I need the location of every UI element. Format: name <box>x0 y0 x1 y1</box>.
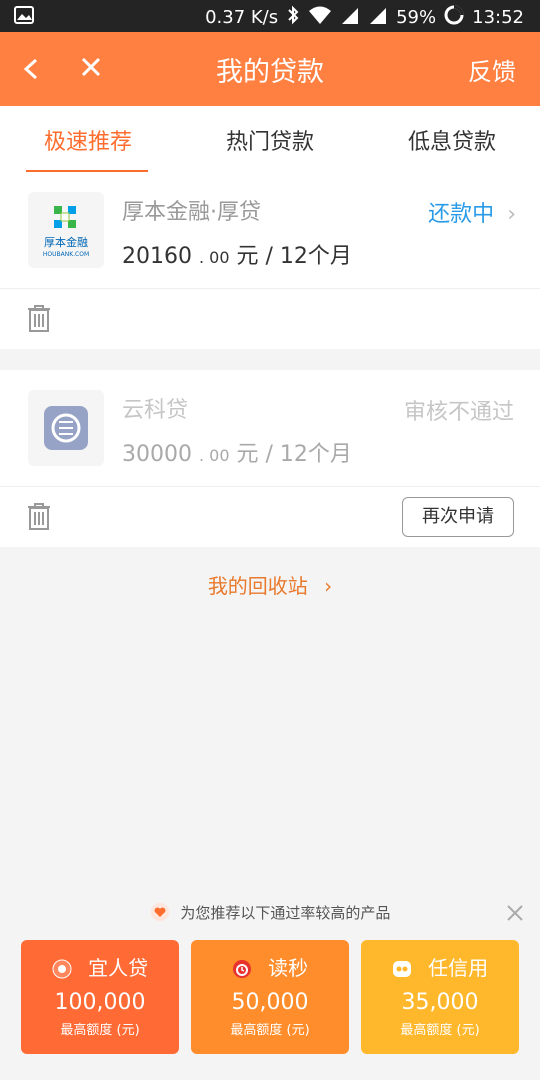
trash-icon[interactable] <box>26 303 52 333</box>
product-name-text-2: 读秒 <box>268 956 309 980</box>
loan-amount-main-2: 30000 <box>122 442 192 467</box>
loan-amount-cents-2: . 00 <box>199 446 230 465</box>
battery-text: 59% <box>396 7 437 28</box>
loan-name: 厚本金融·厚贷 <box>122 200 261 225</box>
loan-amount: 20160 . 00 元 / 12个月 <box>122 238 352 270</box>
status-bar: 0.37 K/s 59% 13:52 <box>0 0 540 32</box>
tab-bar: 极速推荐 热门贷款 低息贷款 <box>0 106 540 173</box>
recommendation-note: 为您推荐以下通过率较高的产品 <box>0 902 540 923</box>
product-value: 100,000 <box>54 990 146 1015</box>
recycle-bin-link[interactable]: 我的回收站 › <box>0 570 540 599</box>
signal-icon-2 <box>368 5 388 31</box>
product-name-2: 读秒 <box>191 952 349 981</box>
loan-amount-cents: . 00 <box>199 248 230 267</box>
wifi-icon <box>308 5 332 31</box>
dumiao-icon <box>232 959 252 979</box>
tab-fast-recommend[interactable]: 极速推荐 <box>8 124 168 156</box>
bluetooth-icon <box>286 5 300 31</box>
recommendation-text: 为您推荐以下通过率较高的产品 <box>180 904 391 922</box>
loan-card[interactable]: 厚本金融 HOUBANK.COM 厚本金融·厚贷 20160 . 00 元 / … <box>0 172 540 349</box>
recommendation-panel: 为您推荐以下通过率较高的产品 宜人贷 100,000 最高额度 (元) 读秒 5… <box>0 890 540 1080</box>
product-name-text: 宜人贷 <box>88 956 149 980</box>
logo-text: 厚本金融 <box>44 235 88 249</box>
trash-icon-2[interactable] <box>26 501 52 531</box>
yirendai-icon <box>52 959 72 979</box>
app-bar: 我的贷款 反馈 <box>0 32 540 106</box>
heart-icon <box>150 902 170 922</box>
renxinyong-icon <box>392 959 412 979</box>
loan-status[interactable]: 还款中 › <box>428 196 516 228</box>
close-recommendation-icon[interactable] <box>506 904 524 922</box>
product-card-renxinyong[interactable]: 任信用 35,000 最高额度 (元) <box>361 940 519 1054</box>
tab-low-interest[interactable]: 低息贷款 <box>372 124 532 156</box>
loan-status-2: 审核不通过 <box>403 400 514 425</box>
loan-amount-suffix: 元 / 12个月 <box>236 244 352 269</box>
signal-icon <box>340 5 360 31</box>
recycle-bin-label: 我的回收站 <box>207 574 308 598</box>
clock: 13:52 <box>472 7 524 28</box>
reapply-button[interactable]: 再次申请 <box>402 497 514 537</box>
product-label: 最高额度 (元) <box>60 1023 140 1038</box>
loan-status-text: 还款中 <box>428 202 495 227</box>
product-value-2: 50,000 <box>231 990 309 1015</box>
loan-card-2[interactable]: 云科贷 30000 . 00 元 / 12个月 审核不通过 再次申请 <box>0 370 540 547</box>
logo-subtext: HOUBANK.COM <box>43 251 89 258</box>
chevron-right-icon: › <box>507 202 516 227</box>
lender-logo: 厚本金融 HOUBANK.COM <box>28 192 104 268</box>
product-card-dumiao[interactable]: 读秒 50,000 最高额度 (元) <box>191 940 349 1054</box>
battery-icon <box>444 5 464 31</box>
product-name: 宜人贷 <box>21 952 179 981</box>
network-speed: 0.37 K/s <box>205 7 279 28</box>
loan-amount-main: 20160 <box>122 244 192 269</box>
product-label-3: 最高额度 (元) <box>400 1023 480 1038</box>
gallery-icon <box>14 6 34 24</box>
loan-name-2: 云科贷 <box>122 398 189 423</box>
lender-logo-2 <box>28 390 104 466</box>
product-name-text-3: 任信用 <box>428 956 489 980</box>
product-value-3: 35,000 <box>401 990 479 1015</box>
feedback-button[interactable]: 反馈 <box>468 52 516 87</box>
product-card-yirendai[interactable]: 宜人贷 100,000 最高额度 (元) <box>21 940 179 1054</box>
product-name-3: 任信用 <box>361 952 519 981</box>
loan-amount-suffix-2: 元 / 12个月 <box>236 442 352 467</box>
loan-amount-2: 30000 . 00 元 / 12个月 <box>122 436 352 468</box>
tab-hot-loans[interactable]: 热门贷款 <box>190 124 350 156</box>
chevron-right-icon-2: › <box>324 574 333 598</box>
product-label-2: 最高额度 (元) <box>230 1023 310 1038</box>
page-title: 我的贷款 <box>216 57 324 88</box>
